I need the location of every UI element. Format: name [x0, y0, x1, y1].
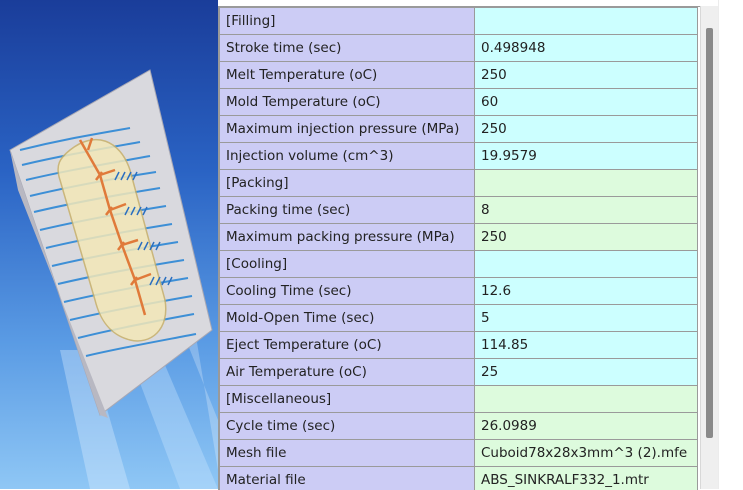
table-row[interactable]: Cooling Time (sec)12.6 [220, 278, 698, 305]
parameter-value-cell[interactable]: 8 [475, 197, 698, 224]
table-row[interactable]: [Packing] [220, 170, 698, 197]
parameter-value-cell[interactable] [475, 8, 698, 35]
parameter-name-cell: Packing time (sec) [220, 197, 475, 224]
table-row[interactable]: Melt Temperature (oC)250 [220, 62, 698, 89]
parameter-name-cell: Material file [220, 467, 475, 490]
table-row[interactable]: Air Temperature (oC)25 [220, 359, 698, 386]
parameter-name-cell: Injection volume (cm^3) [220, 143, 475, 170]
table-row[interactable]: Injection volume (cm^3)19.9579 [220, 143, 698, 170]
parameter-name-cell: Stroke time (sec) [220, 35, 475, 62]
table-row[interactable]: Mold Temperature (oC)60 [220, 89, 698, 116]
table-row[interactable]: Mesh fileCuboid78x28x3mm^3 (2).mfe [220, 440, 698, 467]
parameter-value-cell[interactable]: 19.9579 [475, 143, 698, 170]
parameter-value-cell[interactable]: 250 [475, 224, 698, 251]
parameter-value-cell[interactable]: 250 [475, 116, 698, 143]
table-row[interactable]: Cycle time (sec)26.0989 [220, 413, 698, 440]
scrollbar-thumb[interactable] [706, 28, 713, 438]
parameter-value-cell[interactable]: 12.6 [475, 278, 698, 305]
parameter-name-cell: Maximum injection pressure (MPa) [220, 116, 475, 143]
parameter-value-cell[interactable] [475, 170, 698, 197]
parameter-name-cell: [Packing] [220, 170, 475, 197]
parameter-name-cell: [Miscellaneous] [220, 386, 475, 413]
parameter-name-cell: Mesh file [220, 440, 475, 467]
process-settings-table: [Filling]Stroke time (sec)0.498948Melt T… [218, 6, 701, 490]
parameter-value-cell[interactable]: 114.85 [475, 332, 698, 359]
table-row[interactable]: [Miscellaneous] [220, 386, 698, 413]
parameter-name-cell: [Cooling] [220, 251, 475, 278]
parameter-value-cell[interactable] [475, 251, 698, 278]
mold-part-illustration [0, 0, 218, 489]
table-row[interactable]: Material fileABS_SINKRALF332_1.mtr [220, 467, 698, 490]
parameter-name-cell: Melt Temperature (oC) [220, 62, 475, 89]
parameter-name-cell: Mold Temperature (oC) [220, 89, 475, 116]
parameter-value-cell[interactable]: 5 [475, 305, 698, 332]
window-edge [718, 0, 743, 489]
parameter-name-cell: Maximum packing pressure (MPa) [220, 224, 475, 251]
parameter-value-cell[interactable]: ABS_SINKRALF332_1.mtr [475, 467, 698, 490]
table-row[interactable]: Stroke time (sec)0.498948 [220, 35, 698, 62]
parameter-name-cell: Mold-Open Time (sec) [220, 305, 475, 332]
parameter-value-cell[interactable]: Cuboid78x28x3mm^3 (2).mfe [475, 440, 698, 467]
table-row[interactable]: Eject Temperature (oC)114.85 [220, 332, 698, 359]
parameter-value-cell[interactable]: 0.498948 [475, 35, 698, 62]
table-row[interactable]: Maximum packing pressure (MPa)250 [220, 224, 698, 251]
parameter-value-cell[interactable]: 60 [475, 89, 698, 116]
table-row[interactable]: Mold-Open Time (sec)5 [220, 305, 698, 332]
parameter-name-cell: Eject Temperature (oC) [220, 332, 475, 359]
parameter-value-cell[interactable]: 25 [475, 359, 698, 386]
parameter-name-cell: [Filling] [220, 8, 475, 35]
table-row[interactable]: [Filling] [220, 8, 698, 35]
parameter-name-cell: Cycle time (sec) [220, 413, 475, 440]
vertical-scrollbar[interactable] [700, 6, 719, 489]
parameter-value-cell[interactable]: 250 [475, 62, 698, 89]
parameter-name-cell: Cooling Time (sec) [220, 278, 475, 305]
parameter-value-cell[interactable] [475, 386, 698, 413]
table-row[interactable]: Packing time (sec)8 [220, 197, 698, 224]
parameter-value-cell[interactable]: 26.0989 [475, 413, 698, 440]
parameter-name-cell: Air Temperature (oC) [220, 359, 475, 386]
table-row[interactable]: Maximum injection pressure (MPa)250 [220, 116, 698, 143]
table-row[interactable]: [Cooling] [220, 251, 698, 278]
